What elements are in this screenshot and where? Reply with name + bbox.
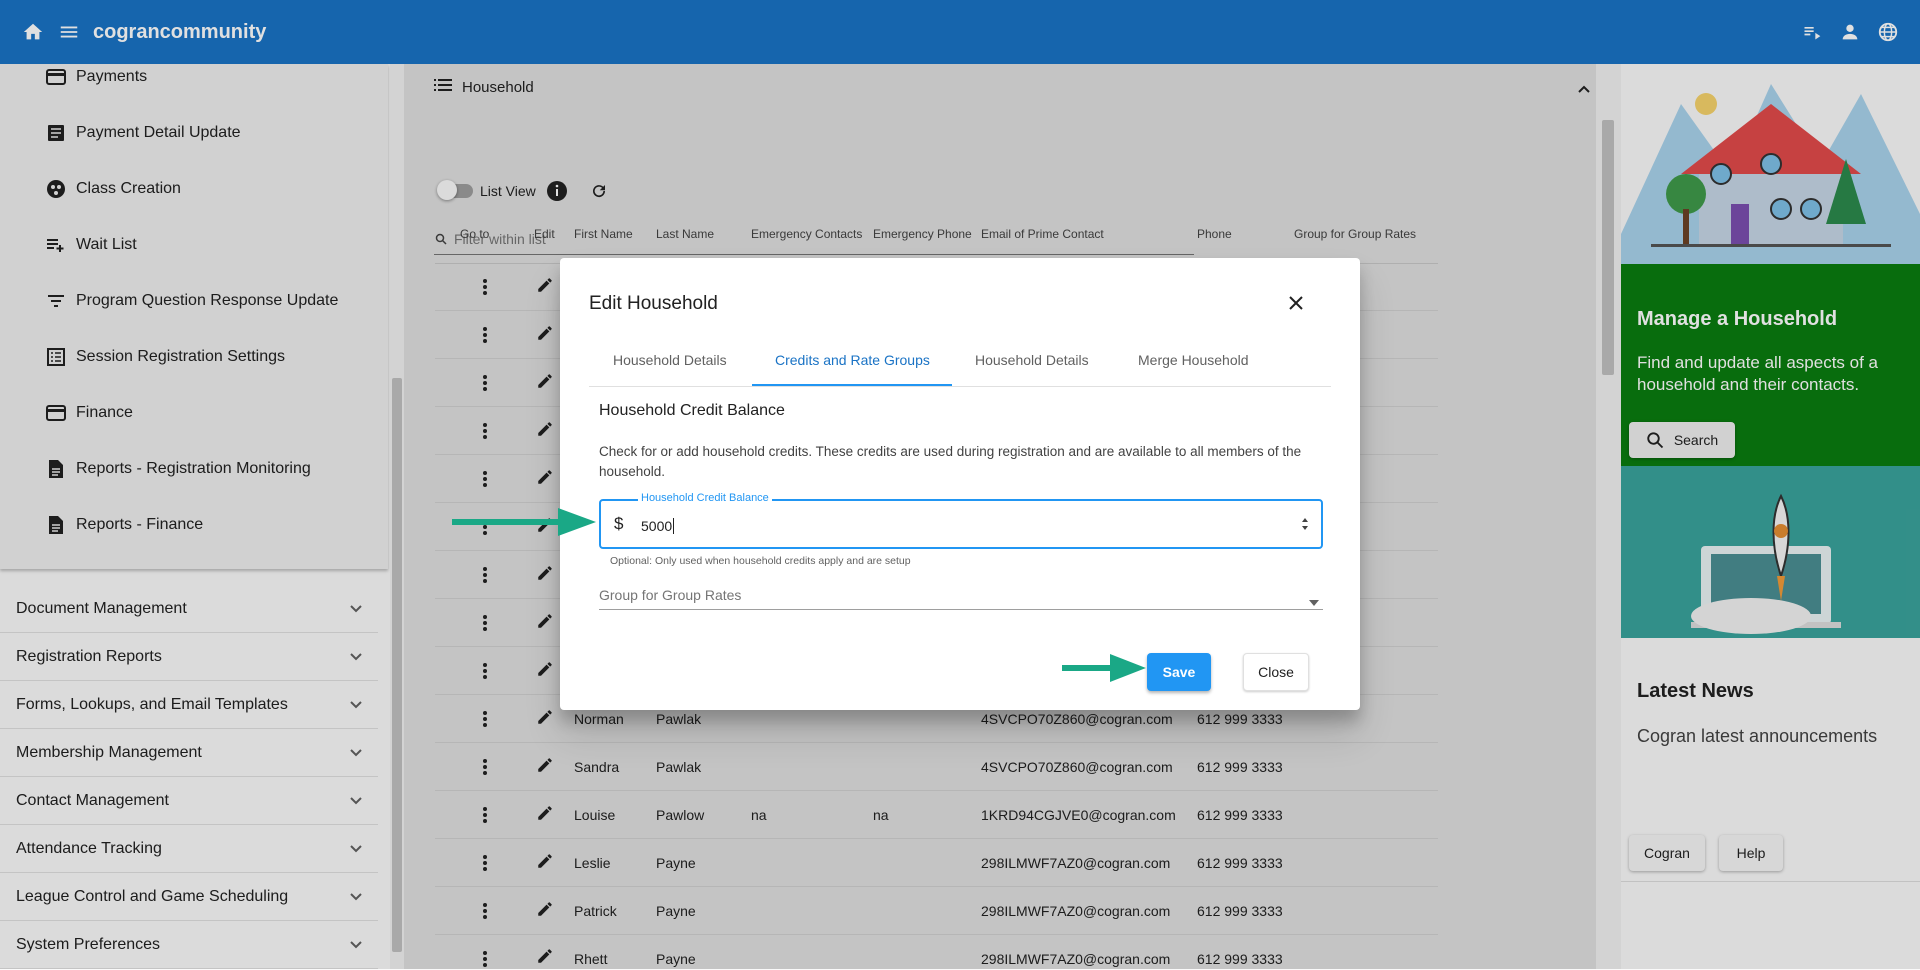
tab-household-details-2[interactable]: Household Details [975, 352, 1089, 368]
dropdown-arrow-icon [1309, 593, 1319, 611]
currency-symbol: $ [614, 514, 624, 533]
group-rates-placeholder: Group for Group Rates [599, 587, 742, 603]
tab-credits-and-rate-groups[interactable]: Credits and Rate Groups [775, 352, 930, 368]
tabs-divider [589, 386, 1331, 387]
section-description: Check for or add household credits. Thes… [599, 444, 1302, 479]
tab-merge-household[interactable]: Merge Household [1138, 352, 1249, 368]
save-button-label: Save [1162, 664, 1196, 680]
credit-balance-input[interactable]: 5000 [641, 518, 675, 534]
credit-balance-label: Household Credit Balance [638, 492, 772, 504]
arrow-annotation-icon [1060, 650, 1148, 691]
tab-household-details[interactable]: Household Details [613, 352, 727, 368]
edit-household-dialog: Edit Household Household Details Credits… [560, 258, 1360, 710]
section-title: Household Credit Balance [599, 402, 785, 419]
close-button-label: Close [1258, 664, 1294, 680]
close-icon[interactable] [1288, 295, 1304, 316]
close-button[interactable]: Close [1243, 653, 1309, 691]
spinner-icon[interactable] [1301, 517, 1309, 536]
credit-hint: Optional: Only used when household credi… [610, 555, 911, 567]
arrow-annotation-icon [450, 504, 600, 545]
save-button[interactable]: Save [1147, 653, 1211, 691]
group-rates-select[interactable]: Group for Group Rates [599, 584, 1323, 610]
dialog-title: Edit Household [589, 293, 718, 314]
credit-balance-field[interactable]: $ 5000 [599, 499, 1323, 549]
